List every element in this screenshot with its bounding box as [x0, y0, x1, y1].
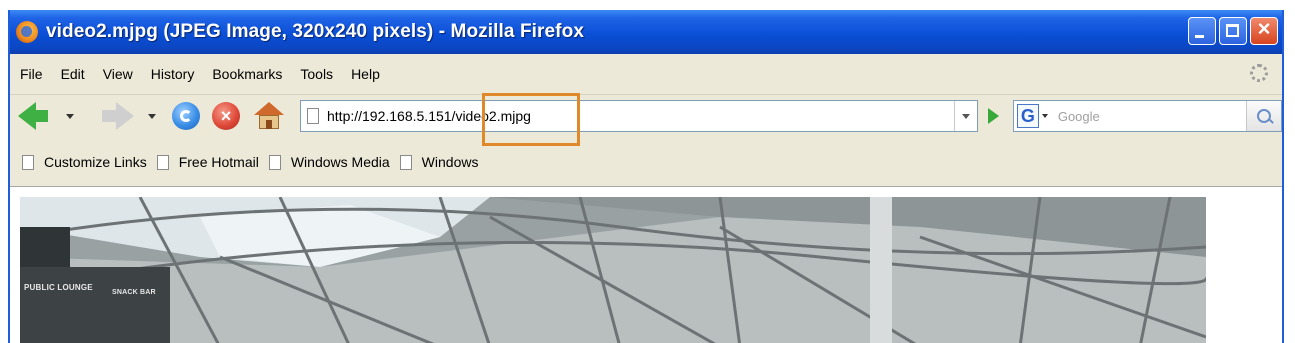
bookmark-label: Windows	[421, 154, 479, 170]
url-highlight-box	[482, 93, 580, 146]
menu-edit[interactable]: Edit	[57, 64, 89, 84]
menu-file[interactable]: File	[16, 64, 47, 84]
home-icon	[254, 102, 284, 115]
search-engine-dropdown[interactable]	[1041, 114, 1048, 118]
firefox-icon	[16, 21, 38, 43]
google-engine-icon[interactable]: G	[1016, 104, 1039, 128]
search-icon	[1257, 109, 1271, 123]
back-button[interactable]	[18, 102, 48, 130]
maximize-button[interactable]	[1219, 17, 1247, 45]
bookmark-label: Free Hotmail	[178, 154, 259, 170]
menu-bar: File Edit View History Bookmarks Tools H…	[10, 54, 1282, 95]
bookmark-label: Customize Links	[44, 154, 147, 170]
window-title: video2.mjpg (JPEG Image, 320x240 pixels)…	[46, 21, 584, 42]
bookmark-free-hotmail[interactable]: Free Hotmail	[156, 154, 259, 170]
search-button[interactable]	[1246, 101, 1281, 131]
bookmark-label: Windows Media	[290, 154, 390, 170]
close-button[interactable]: ×	[1250, 16, 1278, 45]
page-icon	[156, 154, 169, 170]
roof-structure-image	[20, 197, 1206, 343]
throbber-icon	[1250, 64, 1268, 82]
menu-help[interactable]: Help	[347, 64, 384, 84]
page-content: PUBLIC LOUNGE SNACK BAR	[10, 186, 1282, 343]
menu-view[interactable]: View	[99, 64, 137, 84]
page-icon	[22, 154, 34, 170]
bookmark-windows-media[interactable]: Windows Media	[268, 154, 390, 170]
search-input[interactable]	[1055, 107, 1240, 125]
sign-snack-bar: SNACK BAR	[112, 289, 156, 296]
page-icon	[268, 154, 281, 170]
title-bar[interactable]: video2.mjpg (JPEG Image, 320x240 pixels)…	[10, 10, 1282, 54]
navigation-toolbar: × http://192.168.5.151/video2.mjpg G	[10, 94, 1282, 138]
sign-public-lounge: PUBLIC LOUNGE	[24, 283, 93, 292]
close-icon: ×	[1257, 16, 1271, 41]
url-history-dropdown[interactable]	[953, 101, 977, 131]
bookmark-windows[interactable]: Windows	[399, 154, 479, 170]
reload-button[interactable]	[172, 102, 200, 130]
address-bar[interactable]: http://192.168.5.151/video2.mjpg	[300, 100, 978, 132]
forward-button[interactable]	[102, 102, 134, 130]
mjpeg-video-frame: PUBLIC LOUNGE SNACK BAR	[20, 197, 1206, 343]
menu-bookmarks[interactable]: Bookmarks	[208, 64, 286, 84]
back-history-dropdown[interactable]	[66, 113, 74, 119]
menu-history[interactable]: History	[147, 64, 199, 84]
browser-window: video2.mjpg (JPEG Image, 320x240 pixels)…	[8, 10, 1284, 343]
home-button[interactable]	[254, 102, 284, 130]
menu-tools[interactable]: Tools	[296, 64, 337, 84]
stop-button[interactable]: ×	[212, 102, 240, 130]
bookmark-customize-links[interactable]: Customize Links	[22, 154, 147, 170]
minimize-button[interactable]	[1188, 17, 1216, 45]
page-icon	[307, 108, 319, 124]
search-bar: G	[1012, 100, 1282, 132]
window-controls: ×	[1188, 16, 1278, 45]
maximize-icon	[1226, 24, 1239, 37]
bookmarks-toolbar: Customize Links Free Hotmail Windows Med…	[10, 146, 1282, 178]
page-icon	[399, 154, 412, 170]
minimize-icon	[1195, 35, 1204, 38]
go-button[interactable]	[987, 108, 999, 124]
forward-history-dropdown[interactable]	[148, 113, 156, 119]
